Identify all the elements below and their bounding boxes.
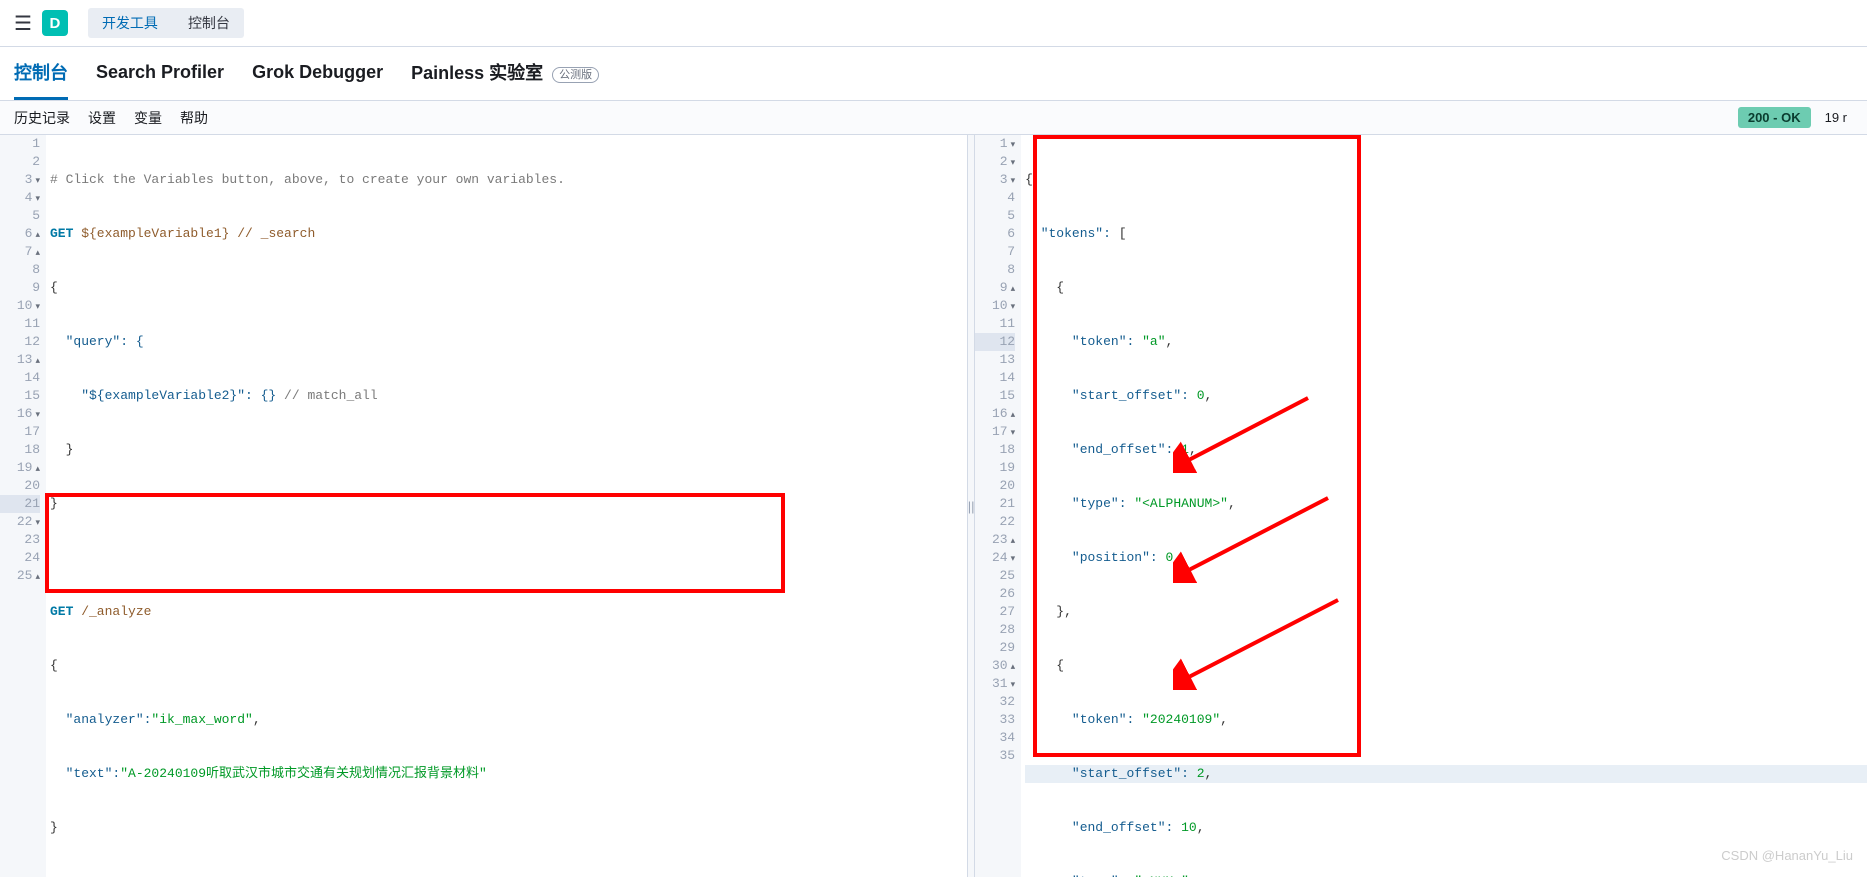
breadcrumb-devtools[interactable]: 开发工具 [88,8,172,38]
response-viewer[interactable]: { "tokens": [ { "token": "a", "start_off… [1021,135,1867,877]
toolbar-history[interactable]: 历史记录 [14,108,70,128]
right-gutter: 1▾2▾3▾ 45678 9▴10▾11 12131415 16▴17▾18 1… [975,135,1021,877]
toolbar-settings[interactable]: 设置 [88,108,116,128]
request-editor[interactable]: # Click the Variables button, above, to … [46,135,967,877]
beta-badge: 公测版 [552,67,599,83]
panel-divider[interactable]: || [967,135,975,877]
left-gutter: 123▾ 4▾56▴ 7▴89 10▾1112 13▴1415 16▾1718 … [0,135,46,877]
tab-console[interactable]: 控制台 [14,47,68,100]
tabs: 控制台 Search Profiler Grok Debugger Painle… [0,47,1867,101]
app-header: ☰ D 开发工具 控制台 [0,0,1867,47]
breadcrumb: 开发工具 控制台 [88,8,244,38]
response-panel[interactable]: 1▾2▾3▾ 45678 9▴10▾11 12131415 16▴17▾18 1… [975,135,1867,877]
status-badge: 200 - OK [1738,107,1811,128]
request-panel[interactable]: 123▾ 4▾56▴ 7▴89 10▾1112 13▴1415 16▾1718 … [0,135,967,877]
app-logo[interactable]: D [42,10,68,36]
tab-grok-debugger[interactable]: Grok Debugger [252,50,383,98]
tab-search-profiler[interactable]: Search Profiler [96,50,224,98]
breadcrumb-console: 控制台 [170,8,244,38]
main-area: 123▾ 4▾56▴ 7▴89 10▾1112 13▴1415 16▾1718 … [0,135,1867,877]
status-time: 19 r [1819,107,1853,128]
toolbar-help[interactable]: 帮助 [180,108,208,128]
menu-icon[interactable]: ☰ [14,11,32,36]
toolbar-variables[interactable]: 变量 [134,108,162,128]
toolbar: 历史记录 设置 变量 帮助 200 - OK 19 r [0,101,1867,135]
tab-painless[interactable]: Painless 实验室 公测版 [411,47,599,100]
watermark: CSDN @HananYu_Liu [1721,848,1853,863]
